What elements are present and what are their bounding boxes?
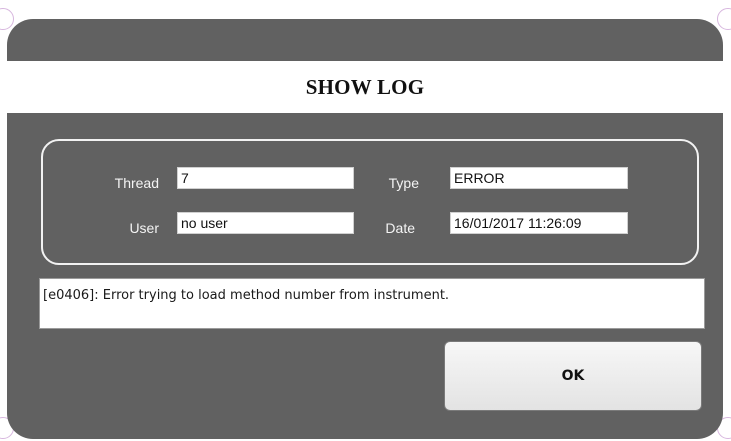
ok-button[interactable]: OK [444,341,702,411]
log-message-box[interactable]: [e0406]: Error trying to load method num… [39,278,705,329]
corner-decoration [717,8,731,30]
thread-field[interactable]: 7 [177,167,354,189]
show-log-dialog: SHOW LOG Thread 7 Type ERROR User no use… [7,19,723,439]
user-label: User [129,220,159,236]
dialog-title: SHOW LOG [305,74,425,99]
type-field[interactable]: ERROR [450,167,628,189]
screen: SHOW LOG Thread 7 Type ERROR User no use… [0,0,731,441]
user-field[interactable]: no user [177,212,354,234]
type-label: Type [388,175,419,191]
date-label: Date [385,220,415,236]
log-details-panel [41,139,699,265]
title-bar: SHOW LOG [7,61,723,113]
thread-label: Thread [114,175,159,191]
corner-decoration [0,8,14,30]
date-field[interactable]: 16/01/2017 11:26:09 [450,212,628,234]
